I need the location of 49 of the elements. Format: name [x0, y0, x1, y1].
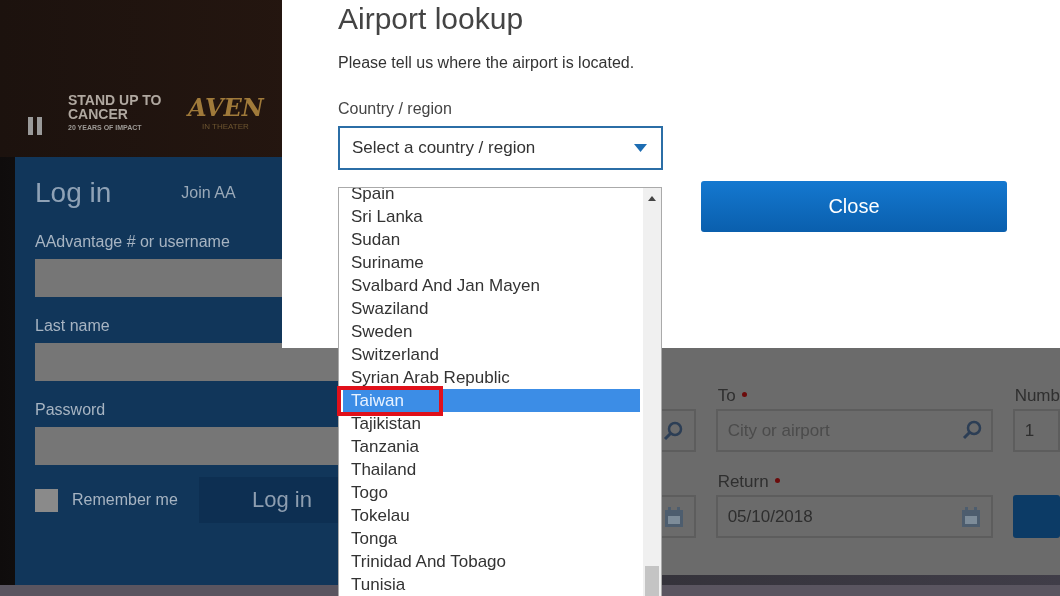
- movie-logo-text: IN THEATER: [202, 122, 250, 131]
- to-label: To: [717, 386, 736, 406]
- dialog-title: Airport lookup: [338, 2, 525, 36]
- country-option[interactable]: Syrian Arab Republic: [343, 366, 640, 389]
- country-option[interactable]: Sri Lanka: [343, 205, 640, 228]
- country-option[interactable]: Suriname: [343, 251, 640, 274]
- field-label: Password: [35, 401, 107, 419]
- join-link[interactable]: Join AA: [181, 184, 236, 202]
- return-label: Return: [717, 472, 769, 492]
- login-title: Log in: [35, 177, 112, 209]
- country-label: Country / region: [338, 100, 453, 118]
- country-option[interactable]: Thailand: [343, 458, 640, 481]
- country-option[interactable]: Switzerland: [343, 343, 640, 366]
- country-select[interactable]: Select a country / region: [338, 126, 663, 170]
- required-icon: [741, 392, 747, 397]
- scroll-thumb[interactable]: [645, 566, 659, 596]
- login-button[interactable]: Log in: [199, 477, 339, 523]
- number-label: Numb: [1014, 386, 1060, 406]
- charity-logo-text: STAND UP TO CANCER: [68, 93, 163, 121]
- input-field[interactable]: [35, 427, 339, 465]
- close-button[interactable]: Close: [701, 181, 1007, 232]
- search-icon: [960, 419, 983, 441]
- caret-icon: [634, 144, 647, 152]
- country-option[interactable]: Tokelau: [343, 504, 640, 527]
- search-button[interactable]: [1012, 495, 1060, 538]
- country-option[interactable]: Trinidad And Tobago: [343, 550, 640, 573]
- country-option[interactable]: Tanzania: [343, 435, 640, 458]
- field-label: AAdvantage # or username: [35, 233, 231, 251]
- required-icon: [774, 478, 780, 483]
- field-label: Last name: [35, 317, 111, 335]
- dialog-prompt: Please tell us where the airport is located.: [338, 54, 636, 72]
- calendar-icon: [960, 505, 981, 528]
- country-option[interactable]: Sweden: [343, 320, 640, 343]
- remember-label: Remember me: [72, 491, 179, 509]
- search-icon: [661, 419, 684, 442]
- country-option[interactable]: Togo: [343, 481, 640, 504]
- country-option[interactable]: Swaziland: [343, 297, 640, 320]
- country-option[interactable]: Sudan: [343, 228, 640, 251]
- country-option[interactable]: Tajikistan: [343, 412, 640, 435]
- scrollbar[interactable]: [643, 188, 661, 596]
- pause-icon[interactable]: [28, 117, 42, 135]
- country-option[interactable]: Tunisia: [343, 573, 640, 596]
- calendar-icon: [663, 505, 684, 528]
- movie-logo-text: AVEN: [188, 93, 264, 122]
- country-option[interactable]: Tonga: [343, 527, 640, 550]
- country-option[interactable]: Svalbard And Jan Mayen: [343, 274, 640, 297]
- remember-checkbox[interactable]: [35, 488, 58, 512]
- scroll-up-icon[interactable]: [648, 196, 656, 201]
- input-field[interactable]: [35, 343, 339, 381]
